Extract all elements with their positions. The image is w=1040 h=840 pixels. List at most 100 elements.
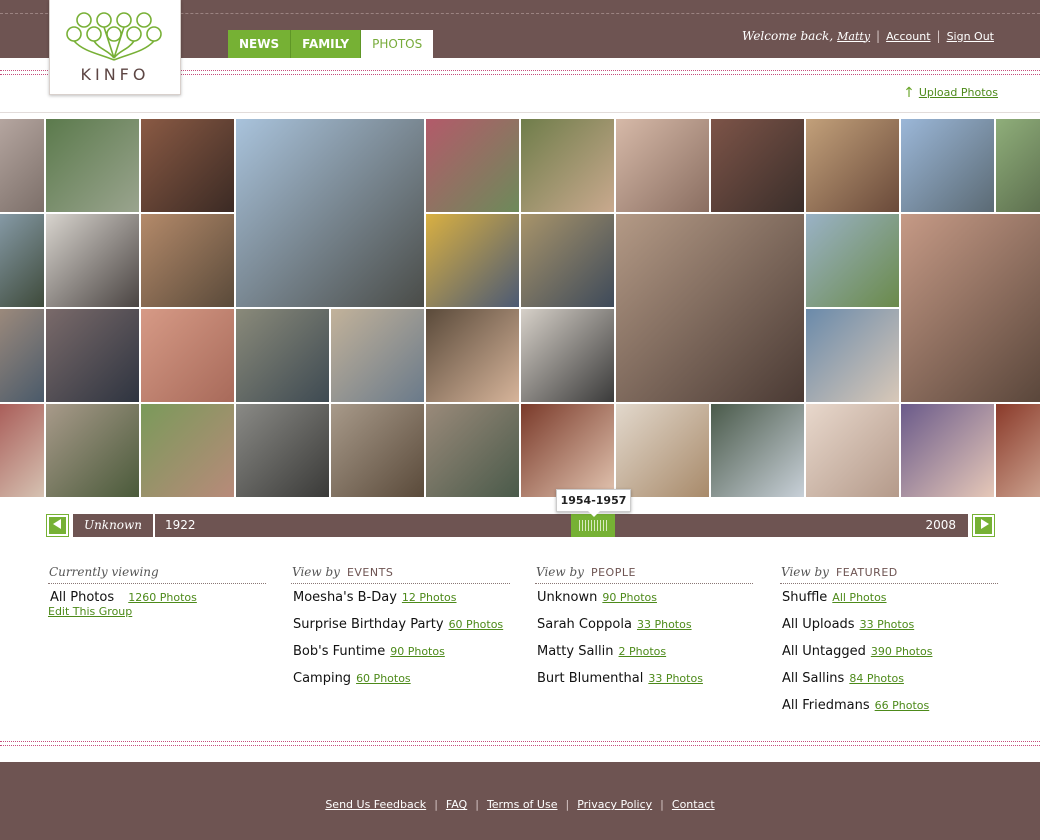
list-item[interactable]: Shuffle All Photos (782, 584, 998, 611)
photo-thumbnail[interactable] (425, 308, 520, 403)
photo-thumbnail[interactable] (615, 118, 710, 213)
event-count-link[interactable]: 60 Photos (356, 672, 411, 685)
privacy-link[interactable]: Privacy Policy (577, 798, 652, 811)
event-count-link[interactable]: 60 Photos (449, 618, 504, 631)
kinfo-logo[interactable]: KINFO (49, 0, 181, 95)
separator: | (936, 29, 941, 43)
list-item[interactable]: Burt Blumenthal 33 Photos (537, 665, 753, 692)
photo-thumbnail[interactable] (900, 403, 995, 498)
photo-thumbnail[interactable] (330, 308, 425, 403)
list-item[interactable]: Matty Sallin 2 Photos (537, 638, 753, 665)
tab-news[interactable]: NEWS (228, 30, 292, 58)
photo-thumbnail[interactable] (520, 308, 615, 403)
photo-thumbnail[interactable] (330, 403, 425, 498)
list-item[interactable]: All Uploads 33 Photos (782, 611, 998, 638)
photo-thumbnail[interactable] (900, 118, 995, 213)
event-count-link[interactable]: 12 Photos (402, 591, 457, 604)
photo-thumbnail[interactable] (995, 403, 1040, 498)
timeline-next-button[interactable] (972, 514, 995, 537)
event-name: Moesha's B-Day (293, 590, 397, 605)
event-name: Camping (293, 671, 352, 686)
footer-divider (0, 741, 1040, 749)
photo-thumbnail[interactable] (710, 118, 805, 213)
photo-thumbnail[interactable] (0, 213, 45, 308)
photo-thumbnail[interactable] (900, 213, 1040, 403)
timeline-unknown[interactable]: Unknown (73, 514, 155, 537)
photo-thumbnail[interactable] (45, 308, 140, 403)
feedback-link[interactable]: Send Us Feedback (325, 798, 426, 811)
separator: | (660, 798, 664, 811)
person-count-link[interactable]: 90 Photos (602, 591, 657, 604)
current-group-count-link[interactable]: 1260 Photos (128, 591, 197, 604)
person-count-link[interactable]: 33 Photos (648, 672, 703, 685)
photo-thumbnail[interactable] (805, 213, 900, 308)
photo-thumbnail[interactable] (0, 118, 45, 213)
separator: | (475, 798, 479, 811)
featured-count-link[interactable]: 390 Photos (871, 645, 933, 658)
list-item[interactable]: All Untagged 390 Photos (782, 638, 998, 665)
sign-out-link[interactable]: Sign Out (947, 30, 994, 43)
photo-thumbnail[interactable] (45, 213, 140, 308)
photo-thumbnail[interactable] (140, 308, 235, 403)
photo-thumbnail[interactable] (805, 118, 900, 213)
list-item[interactable]: Surprise Birthday Party 60 Photos (293, 611, 510, 638)
photo-thumbnail[interactable] (0, 403, 45, 498)
tab-family[interactable]: FAMILY (291, 30, 362, 58)
event-count-link[interactable]: 90 Photos (390, 645, 445, 658)
event-name: Bob's Funtime (293, 644, 386, 659)
photo-thumbnail[interactable] (45, 403, 140, 498)
featured-count-link[interactable]: 66 Photos (875, 699, 930, 712)
list-item[interactable]: Camping 60 Photos (293, 665, 510, 692)
faq-link[interactable]: FAQ (446, 798, 467, 811)
timeline-bar[interactable]: Unknown 1922 2008 (73, 514, 968, 537)
photo-thumbnail[interactable] (425, 118, 520, 213)
timeline-start-year: 1922 (165, 518, 196, 532)
photo-thumbnail[interactable] (520, 118, 615, 213)
timeline-handle[interactable] (571, 514, 615, 537)
photo-thumbnail[interactable] (805, 403, 900, 498)
list-item[interactable]: Unknown 90 Photos (537, 584, 753, 611)
featured-count-link[interactable]: 33 Photos (860, 618, 915, 631)
events-title: EVENTS (346, 566, 394, 579)
photo-thumbnail[interactable] (140, 403, 235, 498)
photo-thumbnail[interactable] (0, 308, 45, 403)
featured-count-link[interactable]: 84 Photos (849, 672, 904, 685)
list-item[interactable]: Bob's Funtime 90 Photos (293, 638, 510, 665)
tab-photos[interactable]: PHOTOS (361, 30, 434, 58)
list-item[interactable]: All Friedmans 66 Photos (782, 692, 998, 719)
photo-thumbnail[interactable] (520, 403, 615, 498)
photo-thumbnail[interactable] (140, 118, 235, 213)
photo-thumbnail[interactable] (615, 403, 710, 498)
photo-thumbnail[interactable] (615, 213, 805, 403)
featured-name: Shuffle (782, 590, 828, 605)
terms-link[interactable]: Terms of Use (487, 798, 558, 811)
featured-count-link[interactable]: All Photos (832, 591, 886, 604)
list-item[interactable]: Moesha's B-Day 12 Photos (293, 584, 510, 611)
people-heading: View by PEOPLE (535, 560, 753, 584)
photo-thumbnail[interactable] (520, 213, 615, 308)
triangle-right-icon (981, 519, 989, 529)
timeline-prev-button[interactable] (46, 514, 69, 537)
photo-thumbnail[interactable] (425, 403, 520, 498)
username-link[interactable]: Matty (837, 30, 870, 43)
photo-thumbnail[interactable] (235, 403, 330, 498)
photo-thumbnail[interactable] (425, 213, 520, 308)
photo-thumbnail[interactable] (235, 308, 330, 403)
view-by-label: View by (536, 565, 584, 579)
list-item[interactable]: Sarah Coppola 33 Photos (537, 611, 753, 638)
list-item[interactable]: All Sallins 84 Photos (782, 665, 998, 692)
contact-link[interactable]: Contact (672, 798, 715, 811)
photo-thumbnail[interactable] (45, 118, 140, 213)
view-by-label: View by (781, 565, 829, 579)
photo-thumbnail[interactable] (710, 403, 805, 498)
photo-thumbnail[interactable] (805, 308, 900, 403)
featured-panel: View by FEATURED Shuffle All Photos All U… (780, 560, 998, 719)
main-nav: NEWS FAMILY PHOTOS (228, 30, 434, 58)
photo-thumbnail[interactable] (235, 118, 425, 308)
person-count-link[interactable]: 2 Photos (619, 645, 667, 658)
person-count-link[interactable]: 33 Photos (637, 618, 692, 631)
photo-thumbnail[interactable] (995, 118, 1040, 213)
upload-photos-button[interactable]: ↑ Upload Photos (903, 86, 998, 100)
account-link[interactable]: Account (886, 30, 930, 43)
photo-thumbnail[interactable] (140, 213, 235, 308)
